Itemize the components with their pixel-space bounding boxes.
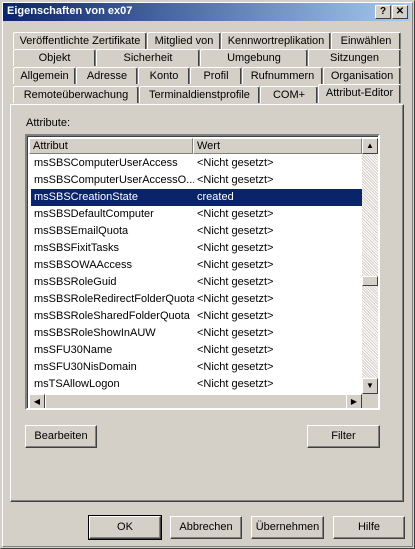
help-button[interactable]: Hilfe <box>333 516 405 539</box>
list-item[interactable]: msTSAllowLogon <Nicht gesetzt> <box>31 376 364 393</box>
attribute-value: <Nicht gesetzt> <box>197 361 274 373</box>
close-icon[interactable]: ✕ <box>392 5 408 19</box>
attribute-value: <Nicht gesetzt> <box>197 344 274 356</box>
filter-button[interactable]: Filter <box>307 425 380 448</box>
attribute-name: msSBSRoleGuid <box>34 276 117 288</box>
cancel-button-label: Abbrechen <box>179 521 233 533</box>
cancel-button[interactable]: Abbrechen <box>170 516 242 539</box>
filter-button-label: Filter <box>331 430 356 442</box>
list-item[interactable]: msSBSRoleRedirectFolderQuota <Nicht geset… <box>31 291 364 308</box>
window-title: Eigenschaften von ex07 <box>7 5 133 17</box>
attribute-value: created <box>197 191 234 203</box>
tab-sitzungen[interactable]: Sitzungen <box>308 49 401 66</box>
attribute-name: msSBSFixitTasks <box>34 242 119 254</box>
attribute-value: <Nicht gesetzt> <box>197 225 274 237</box>
apply-button-label: Übernehmen <box>255 521 320 533</box>
tab-attribut-editor[interactable]: Attribut-Editor <box>318 84 401 103</box>
tab-zertifikate[interactable]: Veröffentlichte Zertifikate <box>13 32 147 49</box>
attribute-name: msSBSRoleShowInAUW <box>34 327 156 339</box>
attributes-list[interactable]: Attribut Wert msSBSComputerUserAccess <Ni… <box>25 134 380 410</box>
list-item[interactable]: msSFU30NisDomain <Nicht gesetzt> <box>31 359 364 376</box>
attribute-name: msSFU30NisDomain <box>34 361 137 373</box>
attribute-name: msSBSRoleRedirectFolderQuota <box>34 293 194 305</box>
tab-einwaehlen[interactable]: Einwählen <box>331 32 401 49</box>
list-item[interactable]: msSBSEmailQuota <Nicht gesetzt> <box>31 223 364 240</box>
edit-button-label: Bearbeiten <box>34 430 88 442</box>
scroll-thumb[interactable] <box>362 276 378 286</box>
list-item[interactable]: msSBSFixitTasks <Nicht gesetzt> <box>31 240 364 257</box>
list-item[interactable]: msSFU30Name <Nicht gesetzt> <box>31 342 364 359</box>
help-button-label: Hilfe <box>357 521 380 533</box>
list-item[interactable]: msSBSRoleShowInAUW <Nicht gesetzt> <box>31 325 364 342</box>
list-item[interactable]: msSBSComputerUserAccessO... <Nicht gesetz… <box>31 172 364 189</box>
tab-allgemein[interactable]: Allgemein <box>13 67 76 84</box>
scroll-corner <box>362 394 378 408</box>
attribute-value: <Nicht gesetzt> <box>197 293 274 305</box>
scroll-right-icon[interactable]: ▶ <box>346 394 362 408</box>
attribute-value: <Nicht gesetzt> <box>197 327 274 339</box>
tab-adresse[interactable]: Adresse <box>76 67 138 84</box>
attribute-value: <Nicht gesetzt> <box>197 242 274 254</box>
tab-complus[interactable]: COM+ <box>260 86 318 103</box>
hscroll-thumb[interactable] <box>45 394 351 408</box>
attribute-name: msSBSCreationState <box>34 191 138 203</box>
column-header-attribut[interactable]: Attribut <box>29 138 193 154</box>
scroll-left-icon[interactable]: ◀ <box>29 394 45 408</box>
attribute-name: msSFU30Name <box>34 344 113 356</box>
attribute-name: msTSAllowLogon <box>34 378 120 390</box>
edit-button[interactable]: Bearbeiten <box>25 425 97 448</box>
attribute-value: <Nicht gesetzt> <box>197 276 274 288</box>
list-item[interactable]: msSBSDefaultComputer <Nicht gesetzt> <box>31 206 364 223</box>
attribute-value: <Nicht gesetzt> <box>197 157 274 169</box>
tab-umgebung[interactable]: Umgebung <box>200 49 308 66</box>
tab-objekt[interactable]: Objekt <box>13 49 96 66</box>
attributes-label: Attribute: <box>26 117 71 129</box>
list-item[interactable]: msSBSComputerUserAccess <Nicht gesetzt> <box>31 155 364 172</box>
tab-kennwortreplikation[interactable]: Kennwortreplikation <box>221 32 331 49</box>
attribute-value: <Nicht gesetzt> <box>197 259 274 271</box>
tab-profil[interactable]: Profil <box>190 67 242 84</box>
ok-button[interactable]: OK <box>88 515 162 540</box>
column-header-wert[interactable]: Wert <box>193 138 362 154</box>
tab-mitglied-von[interactable]: Mitglied von <box>147 32 221 49</box>
horizontal-scrollbar[interactable]: ◀ ▶ <box>29 394 362 408</box>
scroll-up-icon[interactable]: ▲ <box>362 138 378 154</box>
help-icon[interactable]: ? <box>375 5 391 19</box>
vertical-scrollbar[interactable]: ▲ ▼ <box>362 138 378 394</box>
list-item[interactable]: msSBSOWAAccess <Nicht gesetzt> <box>31 257 364 274</box>
list-item[interactable]: msSBSRoleGuid <Nicht gesetzt> <box>31 274 364 291</box>
attribute-name: msSBSComputerUserAccessO... <box>34 174 194 186</box>
attribute-name: msSBSEmailQuota <box>34 225 129 237</box>
list-item[interactable]: msSBSCreationState created <box>31 189 364 206</box>
attribute-value: <Nicht gesetzt> <box>197 174 274 186</box>
tab-terminaldienstprofile[interactable]: Terminaldienstprofile <box>139 86 260 103</box>
tab-sicherheit[interactable]: Sicherheit <box>96 49 200 66</box>
tab-organisation[interactable]: Organisation <box>323 67 401 84</box>
attribute-name: msSBSRoleSharedFolderQuota <box>34 310 190 322</box>
attribute-value: <Nicht gesetzt> <box>197 378 274 390</box>
apply-button[interactable]: Übernehmen <box>251 516 324 539</box>
attribute-value: <Nicht gesetzt> <box>197 208 274 220</box>
scroll-down-icon[interactable]: ▼ <box>362 378 378 394</box>
title-bar[interactable]: Eigenschaften von ex07 ? ✕ <box>3 3 410 21</box>
attribute-name: msSBSOWAAccess <box>34 259 132 271</box>
tab-remoteueberwachung[interactable]: Remoteüberwachung <box>13 86 139 103</box>
tab-rufnummern[interactable]: Rufnummern <box>242 67 323 84</box>
attribute-value: <Nicht gesetzt> <box>197 310 274 322</box>
tab-konto[interactable]: Konto <box>138 67 190 84</box>
attribute-name: msSBSDefaultComputer <box>34 208 154 220</box>
list-item[interactable]: msSBSRoleSharedFolderQuota <Nicht gesetzt… <box>31 308 364 325</box>
attribute-name: msSBSComputerUserAccess <box>34 157 178 169</box>
ok-button-label: OK <box>117 521 133 533</box>
